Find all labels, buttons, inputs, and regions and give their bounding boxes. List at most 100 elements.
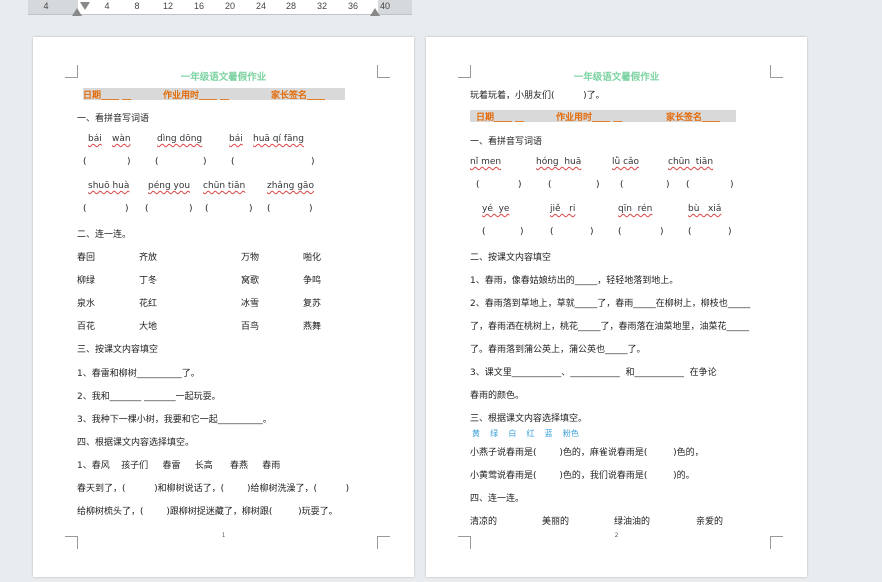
blank-bracket: (: [231, 157, 235, 167]
fill-blank-line: 了。春雨落到蒲公英上，蒲公英也_____了。: [470, 345, 646, 355]
match-word: 大地: [139, 322, 158, 332]
ruler-tick: 16: [193, 1, 205, 11]
fill-blank-line: 春雨的颜色。: [470, 391, 525, 401]
word-bank: 1、春风 孩子们 春雷 长高 春燕 春雨: [77, 461, 281, 471]
match-word: 万物: [241, 253, 260, 263]
fill-blank-line: 3、课文里___________、___________ 和__________…: [470, 368, 717, 378]
blank-bracket: (: [620, 180, 624, 190]
ruler-tick: 8: [134, 1, 140, 11]
question-line: 小黄莺说春雨是( )色的，我们说春雨是( )的。: [470, 471, 695, 481]
match-word: 窝歌: [241, 276, 260, 286]
pinyin-word: bái: [229, 134, 243, 144]
pinyin-word: qīn rén: [618, 204, 653, 214]
blank-bracket: (: [550, 227, 554, 237]
fill-blank-line: 1、春雨，像春姑娘纺出的_____，轻轻地落到地上。: [470, 276, 679, 286]
fill-blank-line: 2、春雨落到草地上，草就_____了，春雨_____在柳树上，柳枝也_____: [470, 299, 751, 309]
match-word: 齐放: [139, 253, 158, 263]
match-word: 丁冬: [139, 276, 158, 286]
document-page-2[interactable]: 一年级语文暑假作业 玩着玩着，小朋友们( )了。 日期____ __ 作业用时_…: [426, 37, 807, 577]
blank-bracket: (: [688, 227, 692, 237]
fill-blank-line: 了，春雨洒在桃树上，桃花_____了，春雨落在油菜地里，油菜花_____: [470, 322, 750, 332]
question-line: 小燕子说春雨是( )色的，麻雀说春雨是( )色的，: [470, 448, 704, 458]
match-word: 亲爱的: [696, 517, 724, 527]
blank-bracket: ): [728, 227, 732, 237]
blank-bracket: ): [596, 180, 600, 190]
right-indent-handle[interactable]: [370, 8, 380, 16]
match-word: 复苏: [303, 299, 322, 309]
section-heading: 四、根据课文内容选择填空。: [77, 438, 195, 448]
blank-bracket: (: [83, 204, 87, 214]
pinyin-word: zhǎng gāo: [267, 181, 314, 191]
ruler-tick: 36: [347, 1, 359, 11]
match-word: 争鸣: [303, 276, 322, 286]
blank-bracket: (: [618, 227, 622, 237]
pinyin-word: chūn tiān: [668, 157, 714, 167]
section-heading: 四、连一连。: [470, 494, 525, 504]
ruler-tick: 28: [285, 1, 297, 11]
section-heading: 一、看拼音写词语: [470, 137, 543, 147]
blank-bracket: (: [548, 180, 552, 190]
time-label: 作业用时____ __: [163, 91, 230, 101]
blank-bracket: (: [482, 227, 486, 237]
sign-label: 家长签名____: [666, 113, 721, 123]
pinyin-word: shuō huà: [88, 181, 130, 191]
match-word: 啪化: [303, 253, 322, 263]
match-word: 绿油油的: [614, 517, 651, 527]
sign-label: 家长签名____: [271, 91, 326, 101]
blank-bracket: (: [267, 204, 271, 214]
question-line: 给柳树梳头了，( )跟柳树捉迷藏了，柳树跟( )玩耍了。: [77, 507, 338, 517]
section-heading: 二、按课文内容填空: [470, 253, 552, 263]
fill-blank-line: 1、春雷和柳树__________了。: [77, 369, 200, 379]
pinyin-word: chūn tiān: [203, 181, 246, 191]
match-word: 百花: [77, 322, 96, 332]
page-number: 1: [221, 532, 226, 539]
match-word: 花红: [139, 299, 158, 309]
blank-bracket: ): [203, 157, 207, 167]
left-indent-handle[interactable]: [72, 8, 82, 16]
ruler-tick: 4: [43, 1, 49, 11]
blank-bracket: ): [127, 157, 131, 167]
horizontal-ruler[interactable]: 4 4 8 12 16 20 24 28 32 36 40: [28, 0, 412, 16]
pinyin-word: dìng dōng: [157, 134, 203, 144]
continued-line: 玩着玩着，小朋友们( )了。: [470, 91, 605, 101]
ruler-tick: 4: [104, 1, 110, 11]
match-word: 百鸟: [241, 322, 260, 332]
page-title: 一年级语文暑假作业: [180, 72, 267, 83]
match-word: 燕舞: [303, 322, 322, 332]
ruler-tick: 32: [316, 1, 328, 11]
blank-bracket: (: [686, 180, 690, 190]
pinyin-word: yé ye: [482, 204, 510, 214]
pinyin-word: nǐ men: [470, 157, 502, 167]
section-heading: 二、连一连。: [77, 230, 132, 240]
ruler-tick: 24: [255, 1, 267, 11]
fill-blank-line: 3、我种下一棵小树，我要和它一起__________。: [77, 415, 272, 425]
match-word: 清凉的: [470, 517, 498, 527]
pinyin-word: hóng huā: [536, 157, 582, 167]
blank-bracket: (: [155, 157, 159, 167]
match-word: 柳绿: [77, 276, 96, 286]
question-line: 春天到了，( )和柳树说话了，( )给柳树洗澡了，( ): [77, 484, 350, 494]
pinyin-word: huā qí fāng: [253, 134, 304, 144]
blank-bracket: ): [311, 157, 315, 167]
blank-bracket: (: [476, 180, 480, 190]
section-heading: 三、按课文内容填空: [77, 345, 159, 355]
date-label: 日期____ __: [83, 91, 132, 101]
blank-bracket: ): [518, 180, 522, 190]
blank-bracket: ): [309, 204, 313, 214]
ruler-tick: 40: [379, 1, 391, 11]
pinyin-word: bái: [88, 134, 102, 144]
match-word: 冰雪: [241, 299, 260, 309]
info-bar: 日期____ __ 作业用时____ __ 家长签名____: [470, 110, 736, 123]
info-bar: 日期____ __ 作业用时____ __ 家长签名____: [83, 88, 345, 101]
ruler-tick: 12: [162, 1, 174, 11]
page-title: 一年级语文暑假作业: [573, 72, 660, 83]
document-page-1[interactable]: 一年级语文暑假作业 日期____ __ 作业用时____ __ 家长签名____…: [33, 37, 414, 577]
date-label: 日期____ __: [476, 113, 525, 123]
color-word-bank: 黄 绿 白 红 蓝 粉色: [472, 429, 579, 438]
blank-bracket: ): [125, 204, 129, 214]
section-heading: 三、根据课文内容选择填空。: [470, 414, 588, 424]
blank-bracket: ): [189, 204, 193, 214]
blank-bracket: ): [590, 227, 594, 237]
page-number: 2: [614, 532, 619, 539]
ruler-tick: 20: [224, 1, 236, 11]
